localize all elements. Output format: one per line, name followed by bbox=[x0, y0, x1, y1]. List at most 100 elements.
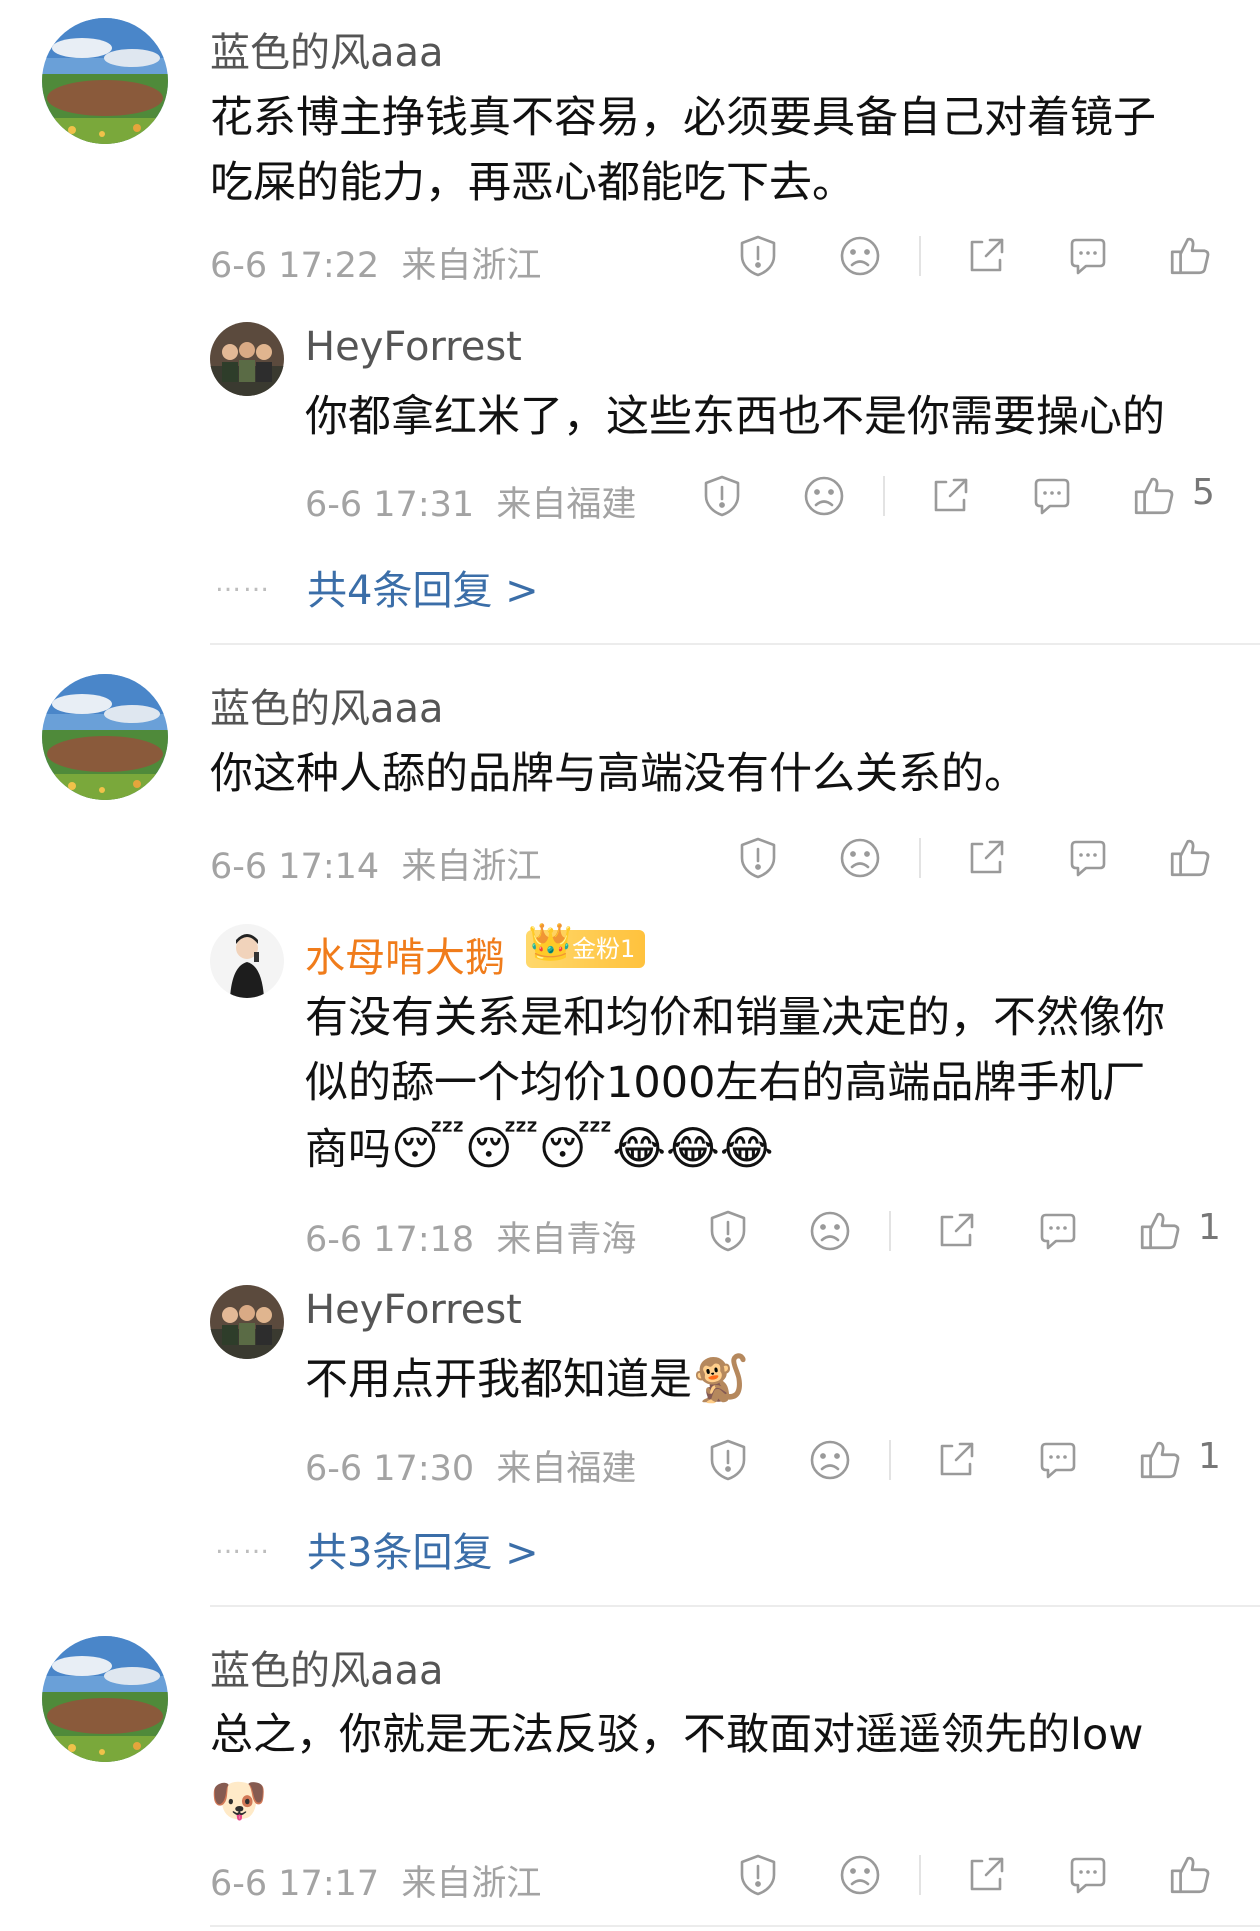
reply-actions: 1 bbox=[698, 1430, 1238, 1490]
fan-badge: 👑 金粉1 bbox=[526, 924, 646, 968]
divider bbox=[883, 476, 885, 516]
comment-meta: 6-6 17:14 来自浙江 bbox=[210, 838, 541, 889]
avatar[interactable] bbox=[210, 1285, 284, 1359]
dislike-face-icon[interactable] bbox=[800, 1201, 860, 1261]
avatar[interactable] bbox=[42, 1636, 168, 1762]
like-icon[interactable] bbox=[1160, 226, 1220, 286]
dots: …… bbox=[215, 568, 271, 598]
location: 来自福建 bbox=[496, 485, 637, 525]
reply-text: 你都拿红米了，这些东西也不是你需要操心的 bbox=[305, 392, 1165, 442]
location: 来自青海 bbox=[496, 1220, 637, 1260]
like-icon[interactable] bbox=[1124, 466, 1184, 526]
report-icon[interactable] bbox=[728, 226, 788, 286]
divider bbox=[919, 1855, 921, 1895]
sleepy-emoji: 😴 bbox=[538, 1121, 613, 1175]
comment-text-line: 你这种人舔的品牌与高端没有什么关系的。 bbox=[210, 749, 1027, 799]
dislike-face-icon[interactable] bbox=[830, 226, 890, 286]
like-icon[interactable] bbox=[1130, 1201, 1190, 1261]
divider bbox=[889, 1211, 891, 1251]
reply-actions: 5 bbox=[692, 466, 1232, 526]
timestamp: 6-6 17:18 bbox=[305, 1220, 475, 1260]
reply-actions: 1 bbox=[698, 1201, 1238, 1261]
comment-text-line: 总之，你就是无法反驳，不敢面对遥遥领先的low bbox=[210, 1710, 1144, 1760]
username-vip[interactable]: 水母啃大鹅 bbox=[305, 925, 505, 983]
avatar[interactable] bbox=[210, 322, 284, 396]
reply-text-tail: 商吗 bbox=[305, 1125, 391, 1175]
comment-icon[interactable] bbox=[1058, 1845, 1118, 1905]
comment-text-line: 🐶 bbox=[210, 1768, 267, 1835]
dislike-face-icon[interactable] bbox=[830, 828, 890, 888]
divider bbox=[210, 1925, 1260, 1927]
sleepy-emoji: 😴 bbox=[391, 1121, 465, 1175]
avatar[interactable] bbox=[210, 924, 284, 998]
crown-icon: 👑 bbox=[528, 922, 573, 963]
comment-icon[interactable] bbox=[1028, 1430, 1088, 1490]
comment-icon[interactable] bbox=[1058, 226, 1118, 286]
username[interactable]: HeyForrest bbox=[305, 1287, 522, 1333]
username[interactable]: HeyForrest bbox=[305, 324, 522, 370]
avatar[interactable] bbox=[42, 674, 168, 800]
timestamp: 6-6 17:31 bbox=[305, 485, 475, 525]
divider bbox=[889, 1440, 891, 1480]
location: 来自福建 bbox=[496, 1449, 637, 1489]
like-count: 5 bbox=[1192, 472, 1215, 513]
more-replies-link[interactable]: 共4条回复 > bbox=[307, 558, 539, 616]
username[interactable]: 蓝色的风aaa bbox=[210, 20, 444, 78]
username[interactable]: 蓝色的风aaa bbox=[210, 676, 444, 734]
location: 来自浙江 bbox=[401, 1864, 542, 1904]
comment-actions bbox=[728, 226, 1228, 286]
timestamp: 6-6 17:17 bbox=[210, 1864, 380, 1904]
share-icon[interactable] bbox=[926, 1201, 986, 1261]
tears-of-joy-emoji: 😂 bbox=[666, 1121, 720, 1175]
comment-actions bbox=[728, 828, 1228, 888]
tears-of-joy-emoji: 😂 bbox=[612, 1121, 667, 1175]
share-icon[interactable] bbox=[956, 226, 1016, 286]
share-icon[interactable] bbox=[956, 1845, 1016, 1905]
report-icon[interactable] bbox=[728, 1845, 788, 1905]
comment-text-line: 吃屎的能力，再恶心都能吃下去。 bbox=[210, 158, 855, 208]
timestamp: 6-6 17:30 bbox=[305, 1449, 475, 1489]
like-icon[interactable] bbox=[1160, 1845, 1220, 1905]
dislike-face-icon[interactable] bbox=[800, 1430, 860, 1490]
location: 来自浙江 bbox=[401, 246, 542, 286]
comment-actions bbox=[728, 1845, 1228, 1905]
reply-meta: 6-6 17:30 来自福建 bbox=[305, 1440, 636, 1491]
divider bbox=[919, 838, 921, 878]
divider bbox=[919, 236, 921, 276]
dots: …… bbox=[215, 1530, 271, 1560]
dislike-face-icon[interactable] bbox=[794, 466, 854, 526]
reply-text-line: 不用点开我都知道是🐒 bbox=[305, 1346, 749, 1413]
report-icon[interactable] bbox=[698, 1430, 758, 1490]
like-count: 1 bbox=[1198, 1207, 1221, 1248]
monkey-emoji: 🐒 bbox=[692, 1351, 750, 1405]
reply-meta: 6-6 17:18 来自青海 bbox=[305, 1211, 636, 1262]
report-icon[interactable] bbox=[698, 1201, 758, 1261]
reply-meta: 6-6 17:31 来自福建 bbox=[305, 476, 636, 527]
divider bbox=[210, 1605, 1260, 1607]
doge-emoji: 🐶 bbox=[210, 1773, 268, 1827]
comment-meta: 6-6 17:17 来自浙江 bbox=[210, 1855, 541, 1906]
comment-icon[interactable] bbox=[1022, 466, 1082, 526]
tears-of-joy-emoji: 😂 bbox=[719, 1121, 774, 1175]
location: 来自浙江 bbox=[401, 847, 542, 887]
divider bbox=[210, 643, 1260, 645]
timestamp: 6-6 17:22 bbox=[210, 246, 380, 286]
badge-label: 金粉1 bbox=[572, 935, 636, 963]
share-icon[interactable] bbox=[920, 466, 980, 526]
dislike-face-icon[interactable] bbox=[830, 1845, 890, 1905]
sleepy-emoji: 😴 bbox=[464, 1121, 539, 1175]
reply-text: 不用点开我都知道是 bbox=[305, 1355, 692, 1405]
report-icon[interactable] bbox=[692, 466, 752, 526]
share-icon[interactable] bbox=[926, 1430, 986, 1490]
reply-text-line: 商吗😴😴😴😂😂😂 bbox=[305, 1116, 774, 1183]
like-icon[interactable] bbox=[1160, 828, 1220, 888]
share-icon[interactable] bbox=[956, 828, 1016, 888]
like-icon[interactable] bbox=[1130, 1430, 1190, 1490]
report-icon[interactable] bbox=[728, 828, 788, 888]
comment-icon[interactable] bbox=[1058, 828, 1118, 888]
more-replies-link[interactable]: 共3条回复 > bbox=[307, 1520, 539, 1578]
comment-icon[interactable] bbox=[1028, 1201, 1088, 1261]
avatar[interactable] bbox=[42, 18, 168, 144]
username[interactable]: 蓝色的风aaa bbox=[210, 1638, 444, 1696]
like-count: 1 bbox=[1198, 1436, 1221, 1477]
